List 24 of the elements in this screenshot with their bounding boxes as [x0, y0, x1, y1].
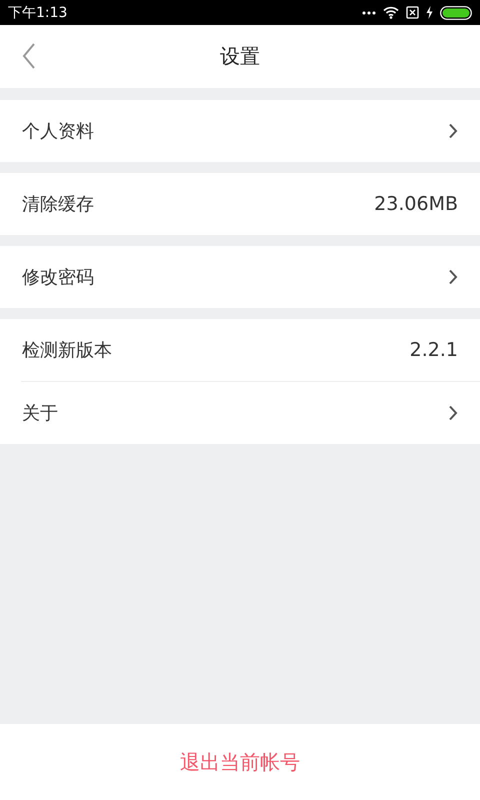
row-label: 检测新版本: [22, 339, 112, 362]
row-label: 关于: [22, 402, 58, 425]
page-title: 设置: [220, 43, 260, 70]
charging-icon: [426, 6, 433, 19]
settings-row[interactable]: 修改密码: [0, 246, 480, 308]
settings-row[interactable]: 检测新版本 2.2.1: [0, 319, 480, 381]
row-label: 个人资料: [22, 120, 94, 143]
settings-row[interactable]: 清除缓存 23.06MB: [0, 173, 480, 235]
row-label: 修改密码: [22, 266, 94, 289]
chevron-icon: [448, 269, 458, 285]
row-value: 2.2.1: [410, 339, 458, 361]
no-sim-icon: [406, 6, 419, 19]
battery-icon: [440, 6, 472, 20]
row-label: 清除缓存: [22, 193, 94, 216]
settings-row[interactable]: 关于: [0, 382, 480, 444]
row-value: 23.06MB: [374, 193, 458, 215]
settings-row[interactable]: 个人资料: [0, 100, 480, 162]
back-button[interactable]: [22, 43, 36, 69]
chevron-icon: [448, 405, 458, 421]
status-time: 下午1:13: [8, 4, 68, 22]
chevron-icon: [448, 123, 458, 139]
back-icon: [22, 43, 36, 69]
wifi-icon: [383, 6, 399, 19]
more-dots-icon: [362, 10, 376, 14]
